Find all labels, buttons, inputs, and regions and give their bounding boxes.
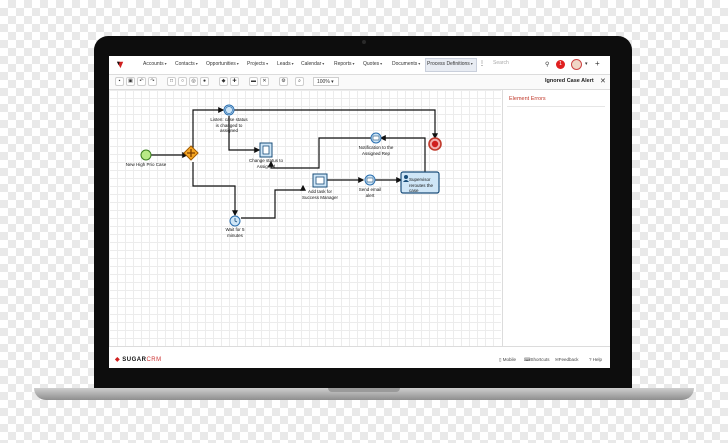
element-errors-panel: Element Errors (502, 90, 610, 346)
designer-toolbar: ▪ ▣ ↶ ↷ □ ○ ◎ ● ◆ ✚ ▬ ✕ ⚙ ⌕ 100% ▾ Ignor… (109, 75, 610, 90)
start-event-icon (140, 149, 152, 161)
laptop-base-notch (328, 388, 400, 392)
nav-item-documents[interactable]: Documents▾ (392, 61, 420, 67)
undo-icon[interactable]: ↶ (137, 77, 146, 86)
app-screen: Accounts▾ Contacts▾ Opportunities▾ Proje… (109, 56, 610, 368)
listen-event-label: Listen: case status is changed to assign… (210, 117, 248, 133)
nav-item-reports[interactable]: Reports▾ (334, 61, 355, 67)
change-status-task-icon (259, 142, 273, 158)
wait-timer-icon (229, 215, 241, 227)
sugar-logo-icon[interactable] (116, 60, 125, 69)
nav-item-projects[interactable]: Projects▾ (247, 61, 268, 67)
vertical-ellipsis-icon[interactable]: ⋮ (479, 60, 485, 67)
nav-item-opportunities[interactable]: Opportunities▾ (206, 61, 239, 67)
cube-icon: ◆ (115, 357, 121, 363)
help-icon: ? (589, 357, 592, 362)
notification-label: Notification to the Assigned Rep (358, 145, 394, 156)
save-icon[interactable]: ▪ (115, 77, 124, 86)
parallel-gateway-icon (183, 145, 199, 161)
settings-icon[interactable]: ⚙ (279, 77, 288, 86)
footer-mobile[interactable]: ▯ Mobile (499, 357, 516, 363)
close-icon[interactable]: ✕ (600, 77, 606, 85)
brand-bold: SUGAR (122, 357, 147, 363)
footer-shortcuts[interactable]: ⌨Shortcuts (524, 357, 550, 363)
nav-item-leads[interactable]: Leads▾ (277, 61, 294, 67)
supervisor-task-label: Supervisor reroutes the case (409, 177, 434, 193)
delete-tool-icon[interactable]: ✕ (260, 77, 269, 86)
gateway-tool-icon[interactable]: ◆ (219, 77, 228, 86)
footer-feedback[interactable]: ✉Feedback (555, 357, 579, 363)
top-nav: Accounts▾ Contacts▾ Opportunities▾ Proje… (109, 56, 610, 75)
start-event-label: New High Prio Case (125, 162, 167, 167)
change-status-label: Change status to Assigned (248, 158, 284, 169)
notification-badge[interactable]: 1 (556, 60, 565, 69)
zoom-select[interactable]: 100% ▾ (313, 77, 339, 86)
record-title: Ignored Case Alert (545, 78, 594, 84)
listen-event-icon (223, 104, 235, 116)
add-task-label: Add task for Success Manager (301, 189, 339, 200)
flow-gateway-to-wait (192, 162, 238, 217)
camera-dot (362, 40, 366, 44)
footer-brand[interactable]: ◆ SUGARCRM (115, 356, 162, 363)
nav-item-quotes[interactable]: Quotes▾ (363, 61, 382, 67)
footer-bar: ◆ SUGARCRM ▯ Mobile ⌨Shortcuts ✉Feedback… (109, 346, 610, 368)
notification-event-icon (370, 132, 382, 144)
end-event-icon (428, 137, 442, 151)
email-event-icon (364, 174, 376, 186)
save-exit-icon[interactable]: ▣ (126, 77, 135, 86)
nav-item-process-definitions[interactable]: Process Definitions▾ (427, 61, 473, 67)
search-input[interactable]: Search (489, 60, 541, 69)
flow-wait-to-task (241, 184, 306, 219)
process-canvas[interactable]: New High Prio Case Listen: case status i… (109, 90, 501, 346)
brand-light: CRM (146, 357, 162, 363)
stop-event-tool-icon[interactable]: ● (200, 77, 209, 86)
send-email-label: Send email alert (358, 187, 382, 198)
nav-item-accounts[interactable]: Accounts▾ (143, 61, 167, 67)
parallel-gateway-tool-icon[interactable]: ✚ (230, 77, 239, 86)
add-task-icon (312, 173, 328, 188)
nav-item-contacts[interactable]: Contacts▾ (175, 61, 198, 67)
element-errors-title: Element Errors (507, 96, 605, 107)
redo-icon[interactable]: ↷ (148, 77, 157, 86)
event-tool-icon[interactable]: ○ (178, 77, 187, 86)
nav-item-calendar[interactable]: Calendar▾ (301, 61, 324, 67)
mobile-icon: ▯ (499, 357, 502, 362)
flow-connections (140, 104, 442, 227)
chevron-down-icon[interactable]: ▾ (585, 61, 588, 67)
zoom-icon[interactable]: ⌕ (295, 77, 304, 86)
intermediate-event-tool-icon[interactable]: ◎ (189, 77, 198, 86)
avatar[interactable] (571, 59, 582, 70)
search-icon[interactable]: ⚲ (545, 61, 549, 68)
quick-create-plus-icon[interactable]: + (595, 59, 600, 68)
flow-listen-to-stop (234, 109, 438, 140)
comment-tool-icon[interactable]: ▬ (249, 77, 258, 86)
footer-help[interactable]: ? Help (589, 357, 602, 362)
task-tool-icon[interactable]: □ (167, 77, 176, 86)
wait-timer-label: Wait for 5 minutes (225, 227, 245, 238)
